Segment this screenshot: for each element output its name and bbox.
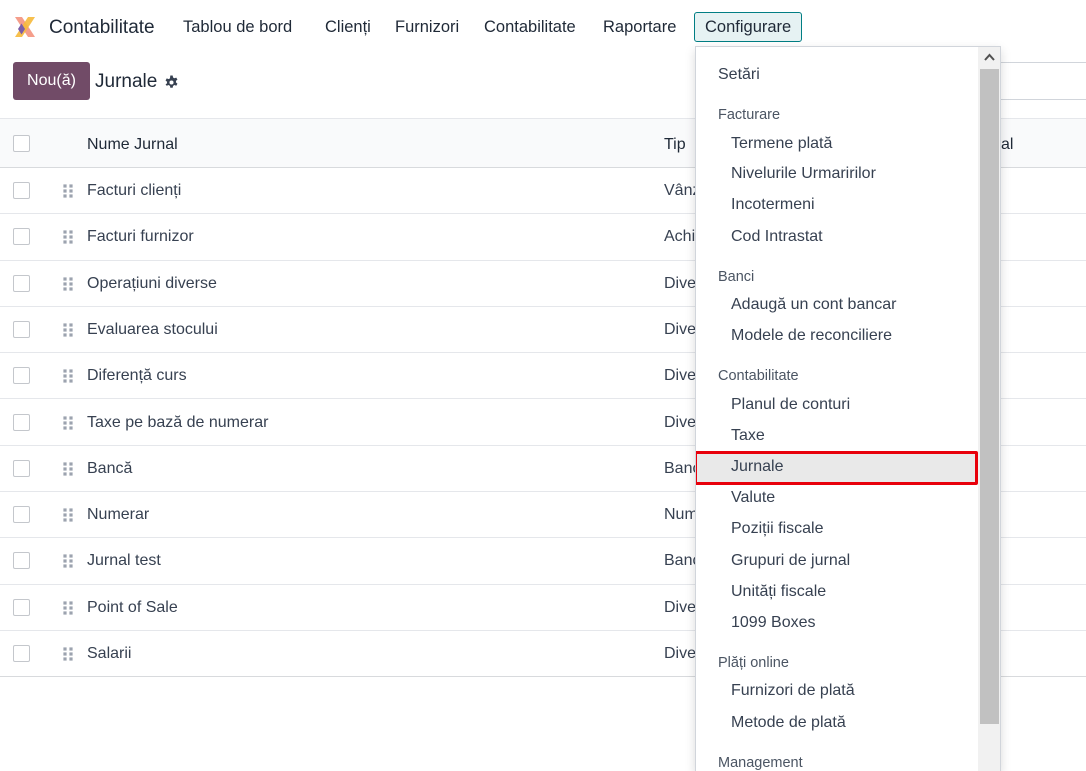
search-input[interactable] <box>990 62 1086 100</box>
drag-handle-icon[interactable] <box>62 600 74 616</box>
cell-journal-name: Diferență curs <box>87 367 187 385</box>
cell-journal-name: Numerar <box>87 506 150 524</box>
row-checkbox[interactable] <box>13 459 30 477</box>
cell-journal-name: Taxe pe bază de numerar <box>87 413 269 431</box>
drag-handle-icon[interactable] <box>62 415 74 431</box>
nav-clienti[interactable]: Clienți <box>325 18 371 37</box>
menu-item-pozitii-fiscale[interactable]: Poziții fiscale <box>731 520 823 538</box>
menu-section-banci: Banci <box>718 269 755 285</box>
menu-section-contabilitate: Contabilitate <box>718 368 799 384</box>
row-checkbox[interactable] <box>13 182 30 199</box>
menu-item-planul-de-conturi[interactable]: Planul de conturi <box>731 396 850 414</box>
row-checkbox[interactable] <box>13 228 30 246</box>
menu-section-facturare: Facturare <box>718 107 781 123</box>
menu-item-adauga-cont-bancar[interactable]: Adaugă un cont bancar <box>731 296 896 314</box>
cell-journal-name: Facturi furnizor <box>87 228 194 246</box>
menu-item-termene-plata[interactable]: Termene plată <box>731 135 832 153</box>
cell-journal-type: Dive <box>664 367 697 385</box>
cell-journal-type: Dive <box>664 274 697 292</box>
new-button[interactable]: Nou(ă) <box>13 62 90 100</box>
row-checkbox[interactable] <box>13 598 30 616</box>
cell-journal-type: Num <box>664 506 698 524</box>
row-checkbox[interactable] <box>13 506 30 524</box>
menu-item-valute[interactable]: Valute <box>731 489 775 507</box>
nav-tablou-de-bord[interactable]: Tablou de bord <box>183 18 292 37</box>
menu-item-unitati-fiscale[interactable]: Unități fiscale <box>731 583 826 601</box>
page-title: Jurnale <box>95 71 158 92</box>
menu-item-cod-intrastat[interactable]: Cod Intrastat <box>731 228 823 246</box>
menu-item-incotermeni[interactable]: Incotermeni <box>731 196 815 214</box>
nav-configurare[interactable]: Configurare <box>694 12 803 42</box>
cell-journal-name: Jurnal test <box>87 552 161 570</box>
app-name[interactable]: Contabilitate <box>49 17 155 39</box>
scrollbar-thumb[interactable] <box>980 69 999 724</box>
cell-journal-name: Salarii <box>87 645 132 662</box>
menu-item-taxe[interactable]: Taxe <box>731 427 765 445</box>
accounting-app-logo-icon[interactable] <box>12 14 38 40</box>
menu-item-setari[interactable]: Setări <box>718 66 760 84</box>
drag-handle-icon[interactable] <box>62 461 74 477</box>
menu-section-management: Management <box>718 755 803 771</box>
drag-handle-icon[interactable] <box>62 229 74 245</box>
row-checkbox[interactable] <box>13 274 30 292</box>
menu-section-plati-online: Plăți online <box>718 655 789 671</box>
column-header-type[interactable]: Tip <box>664 136 686 154</box>
nav-furnizori[interactable]: Furnizori <box>395 18 459 37</box>
row-checkbox[interactable] <box>13 413 30 431</box>
cell-journal-name: Operațiuni diverse <box>87 274 217 292</box>
drag-handle-icon[interactable] <box>62 553 74 569</box>
menu-item-modele-reconciliere[interactable]: Modele de reconciliere <box>731 327 892 345</box>
cell-journal-name: Point of Sale <box>87 598 178 616</box>
dropdown-scrollbar[interactable] <box>978 47 1000 771</box>
cell-journal-name: Evaluarea stocului <box>87 320 218 338</box>
column-header-partial[interactable]: al <box>1001 136 1013 154</box>
menu-item-1099-boxes[interactable]: 1099 Boxes <box>731 614 816 632</box>
chevron-up-icon[interactable] <box>984 53 995 61</box>
menu-item-jurnale[interactable]: Jurnale <box>731 458 783 476</box>
menu-item-furnizori-de-plata[interactable]: Furnizori de plată <box>731 682 855 700</box>
row-checkbox[interactable] <box>13 320 30 338</box>
select-all-checkbox[interactable] <box>13 135 30 152</box>
configurare-dropdown-menu: Setări Facturare Termene plată Niveluril… <box>695 46 1001 771</box>
drag-handle-icon[interactable] <box>62 646 74 662</box>
cell-journal-type: Dive <box>664 320 697 338</box>
nav-raportare[interactable]: Raportare <box>603 18 676 37</box>
nav-contabilitate[interactable]: Contabilitate <box>484 18 576 37</box>
menu-item-metode-de-plata[interactable]: Metode de plată <box>731 714 846 732</box>
drag-handle-icon[interactable] <box>62 322 74 338</box>
gear-icon[interactable] <box>163 74 180 91</box>
cell-journal-name: Facturi clienți <box>87 182 182 199</box>
menu-item-nivelurile-urmaririlor[interactable]: Nivelurile Urmaririlor <box>731 165 876 183</box>
cell-journal-type: Dive <box>664 413 697 431</box>
cell-journal-name: Bancă <box>87 459 133 477</box>
drag-handle-icon[interactable] <box>62 183 74 199</box>
drag-handle-icon[interactable] <box>62 368 74 384</box>
row-checkbox[interactable] <box>13 552 30 570</box>
menu-item-grupuri-de-jurnal[interactable]: Grupuri de jurnal <box>731 552 850 570</box>
drag-handle-icon[interactable] <box>62 276 74 292</box>
cell-journal-type: Dive <box>664 598 697 616</box>
column-header-name[interactable]: Nume Jurnal <box>87 136 178 154</box>
cell-journal-type: Dive <box>664 645 697 662</box>
row-checkbox[interactable] <box>13 367 30 385</box>
drag-handle-icon[interactable] <box>62 507 74 523</box>
row-checkbox[interactable] <box>13 645 30 662</box>
cell-journal-type: Achi <box>664 228 696 246</box>
